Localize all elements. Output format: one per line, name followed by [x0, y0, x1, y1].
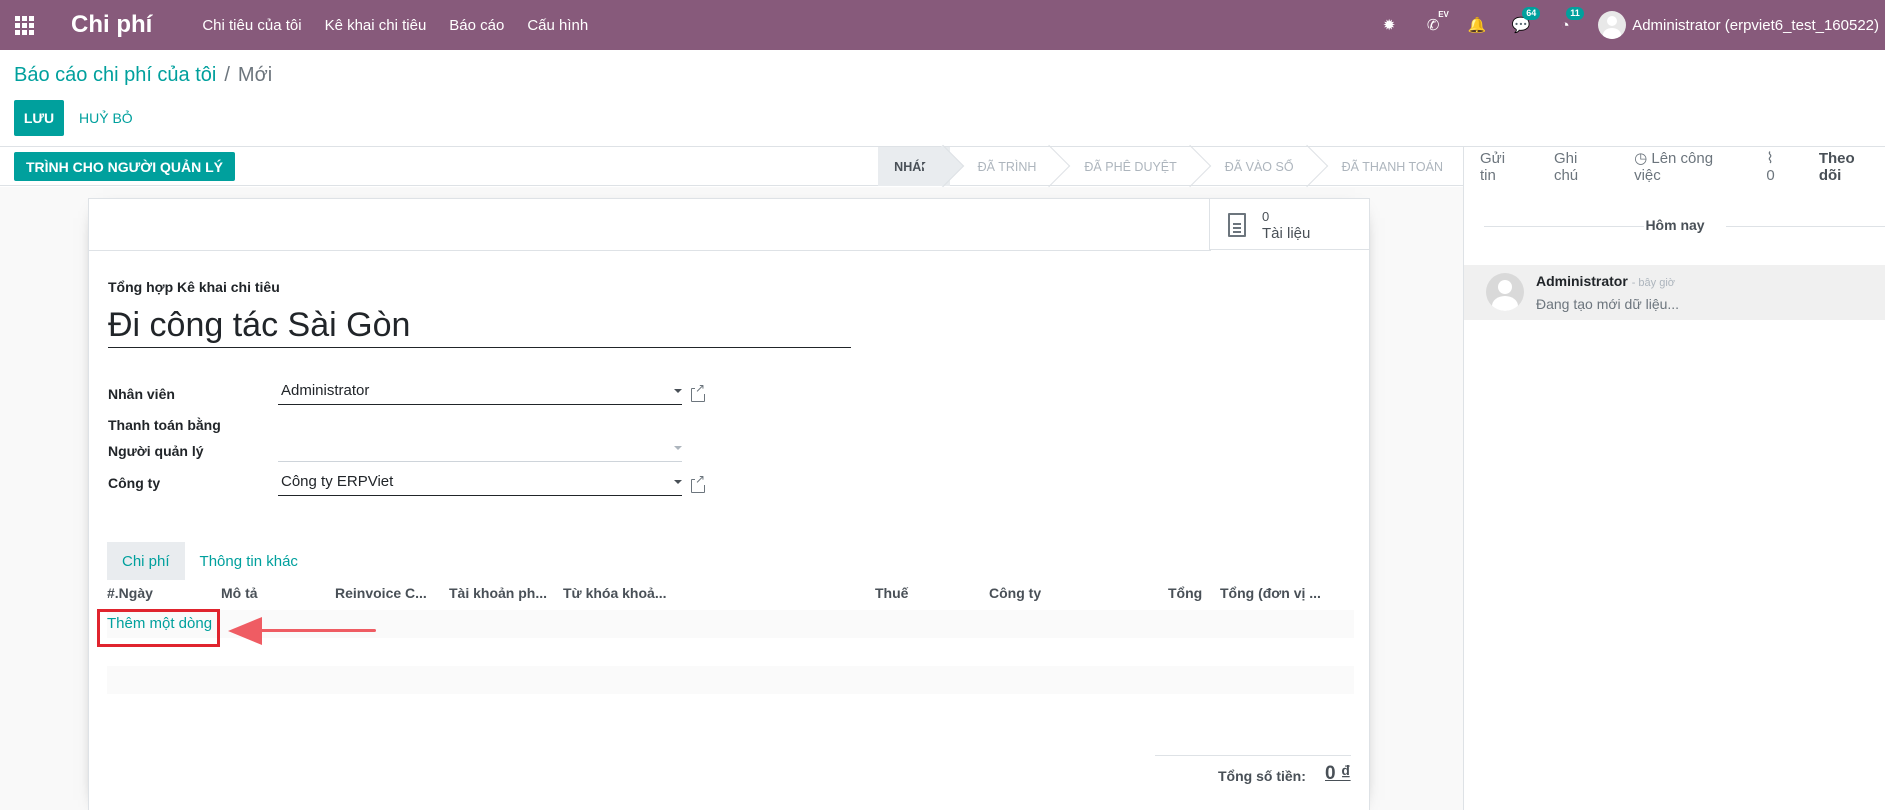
phone-icon[interactable]: ✆ EV: [1422, 10, 1449, 36]
stage-approved: ĐÃ PHÊ DUYỆT: [1056, 147, 1196, 186]
message-author: Administrator - bây giờ: [1536, 273, 1675, 289]
message-time: - bây giờ: [1631, 277, 1675, 289]
menu-reporting[interactable]: Báo cáo: [449, 17, 504, 34]
col-account[interactable]: Tài khoản ph...: [449, 585, 547, 601]
chatter-message: Administrator - bây giờ Đang tạo mới dữ …: [1464, 265, 1885, 320]
stage-pipeline: NHÁP ĐÃ TRÌNH ĐÃ PHÊ DUYỆT ĐÃ VÀO SỔ ĐÃ …: [878, 147, 1463, 186]
author-name[interactable]: Administrator: [1536, 273, 1628, 289]
apps-menu-icon[interactable]: [0, 0, 48, 50]
documents-smart-button[interactable]: 0 Tài liệu: [1209, 199, 1369, 250]
status-bar: TRÌNH CHO NGƯỜI QUẢN LÝ NHÁP ĐÃ TRÌNH ĐÃ…: [0, 147, 1463, 186]
paperclip-icon: ⌇: [1766, 150, 1774, 167]
attachments-button[interactable]: ⌇ 0: [1766, 149, 1784, 184]
documents-label: Tài liệu: [1262, 225, 1311, 242]
chevron-down-icon[interactable]: [674, 389, 682, 393]
col-taxes[interactable]: Thuế: [875, 585, 908, 601]
company-label: Công ty: [108, 475, 161, 491]
chevron-down-icon[interactable]: [674, 446, 682, 450]
total-label: Tổng số tiền:: [1218, 768, 1306, 784]
breadcrumb-current: Mới: [237, 64, 273, 86]
messages-badge: 64: [1522, 7, 1541, 20]
highlight-annotation: [97, 609, 220, 647]
col-total-currency[interactable]: Tổng (đơn vị ...: [1220, 585, 1321, 601]
send-message-button[interactable]: Gửi tin: [1480, 150, 1522, 184]
attachments-count: 0: [1766, 167, 1775, 184]
employee-field[interactable]: Administrator: [278, 378, 682, 405]
chatter-panel: Gửi tin Ghi chú ◷ Lên công việc ⌇ 0 Theo…: [1463, 147, 1885, 810]
arrow-annotation: [248, 629, 376, 632]
col-analytic-tags[interactable]: Từ khóa khoả...: [563, 585, 667, 601]
clock-icon[interactable]: ◔ 11: [1554, 7, 1584, 36]
company-field[interactable]: Công ty ERPViet: [278, 469, 682, 496]
stage-paid: ĐÃ THANH TOÁN: [1341, 159, 1443, 174]
col-description[interactable]: Mô tả: [221, 585, 258, 601]
expense-lines-header: #.Ngày Mô tả Reinvoice C... Tài khoản ph…: [107, 585, 1354, 610]
col-company[interactable]: Công ty: [989, 585, 1041, 601]
menu-configuration[interactable]: Cấu hình: [527, 17, 588, 34]
employee-value: Administrator: [281, 382, 370, 399]
schedule-activity-button[interactable]: ◷ Lên công việc: [1634, 149, 1736, 184]
log-note-button[interactable]: Ghi chú: [1554, 150, 1602, 184]
table-row: [107, 666, 1354, 694]
call-badge: EV: [1438, 10, 1449, 19]
col-total[interactable]: Tổng: [1168, 585, 1202, 601]
col-date[interactable]: #.Ngày: [107, 585, 153, 601]
tab-other-info[interactable]: Thông tin khác: [185, 542, 313, 580]
top-navbar: Chi phí Chi tiêu của tôi Kê khai chi tiê…: [0, 0, 1885, 50]
tab-expenses[interactable]: Chi phí: [107, 542, 185, 580]
clock-icon: ◷: [1634, 150, 1652, 167]
breadcrumb-separator: /: [224, 64, 230, 86]
user-menu[interactable]: Administrator (erpviet6_test_160522): [1632, 17, 1879, 34]
discard-button[interactable]: HUỶ BỎ: [79, 100, 133, 136]
breadcrumb-parent[interactable]: Báo cáo chi phí của tôi: [14, 64, 216, 86]
total-value: 0 ₫: [1325, 763, 1351, 784]
message-body: Đang tạo mới dữ liệu...: [1536, 296, 1680, 312]
bell-icon[interactable]: 🔔: [1466, 14, 1488, 36]
col-reinvoice[interactable]: Reinvoice C...: [335, 585, 427, 601]
follow-button[interactable]: Theo dõi: [1819, 150, 1877, 184]
stage-submitted: ĐÃ TRÌNH: [950, 147, 1057, 186]
documents-count: 0: [1262, 209, 1270, 224]
menu-expense-reports[interactable]: Kê khai chi tiêu: [325, 17, 427, 34]
stage-posted: ĐÃ VÀO SỔ: [1197, 147, 1314, 186]
manager-field[interactable]: [278, 435, 682, 462]
summary-input[interactable]: Đi công tác Sài Gòn: [108, 304, 851, 348]
summary-label: Tổng hợp Kê khai chi tiêu: [108, 279, 280, 295]
payment-mode-label: Thanh toán bằng: [108, 417, 221, 433]
chatter-topbar: Gửi tin Ghi chú ◷ Lên công việc ⌇ 0 Theo…: [1464, 147, 1885, 186]
form-tabs: Chi phí Thông tin khác: [107, 542, 313, 580]
bug-icon[interactable]: ✹: [1378, 14, 1400, 36]
activities-badge: 11: [1566, 7, 1584, 20]
breadcrumb: Báo cáo chi phí của tôi / Mới: [14, 64, 272, 87]
submit-to-manager-button[interactable]: TRÌNH CHO NGƯỜI QUẢN LÝ: [14, 152, 235, 181]
external-link-icon[interactable]: [691, 473, 706, 493]
table-row: [107, 610, 1354, 638]
manager-label: Người quản lý: [108, 443, 204, 459]
table-row: [107, 638, 1354, 666]
user-avatar[interactable]: [1598, 11, 1627, 39]
avatar[interactable]: [1486, 273, 1524, 311]
employee-label: Nhân viên: [108, 386, 175, 402]
stage-draft: NHÁP: [878, 147, 950, 186]
document-icon: [1228, 213, 1246, 237]
company-value: Công ty ERPViet: [281, 473, 394, 490]
app-title[interactable]: Chi phí: [71, 11, 152, 39]
total-divider: [1155, 755, 1351, 756]
menu-my-expenses[interactable]: Chi tiêu của tôi: [202, 17, 301, 34]
chevron-down-icon[interactable]: [674, 480, 682, 484]
date-separator: Hôm nay: [1464, 217, 1885, 233]
form-sheet: 0 Tài liệu Tổng hợp Kê khai chi tiêu Đi …: [88, 198, 1370, 810]
chat-icon[interactable]: 💬 64: [1510, 7, 1541, 36]
sheet-divider: [89, 250, 1211, 251]
save-button[interactable]: LƯU: [14, 100, 64, 136]
external-link-icon[interactable]: [691, 382, 706, 402]
